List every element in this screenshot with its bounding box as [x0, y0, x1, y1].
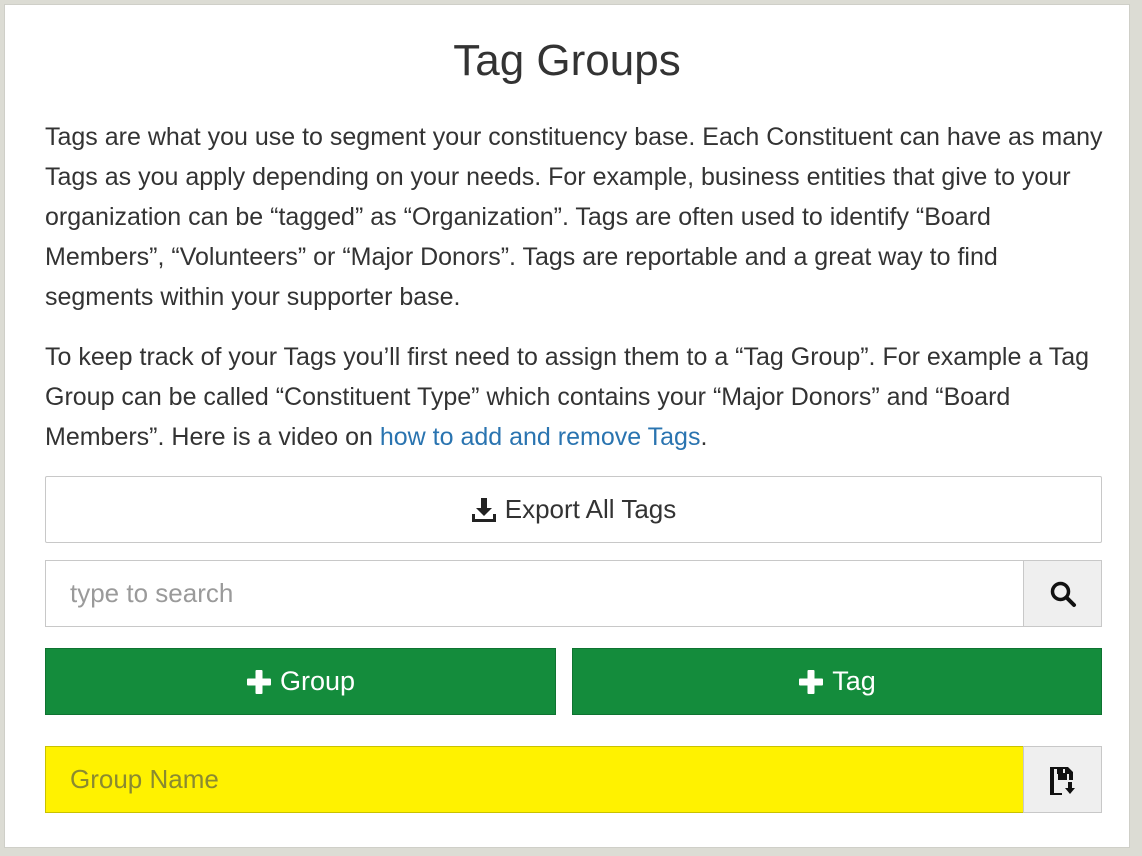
download-icon: [471, 497, 496, 522]
plus-icon: [799, 669, 824, 694]
intro-paragraph-2: To keep track of your Tags you’ll first …: [45, 337, 1105, 457]
search-group: [45, 560, 1102, 627]
save-icon: [1049, 766, 1075, 795]
plus-icon: [246, 669, 271, 694]
save-group-button[interactable]: [1023, 746, 1102, 813]
add-group-button[interactable]: Group: [45, 648, 556, 715]
tag-groups-panel: Tag Groups Tags are what you use to segm…: [4, 4, 1130, 848]
export-all-tags-button[interactable]: Export All Tags: [45, 476, 1102, 543]
group-name-form: [45, 746, 1102, 813]
add-group-label: Group: [279, 666, 356, 696]
intro-paragraph-2-end: .: [700, 423, 708, 451]
add-tag-label: Tag: [832, 666, 876, 696]
search-icon: [1050, 581, 1076, 607]
search-button[interactable]: [1023, 560, 1102, 627]
intro-paragraph-1: Tags are what you use to segment your co…: [45, 123, 1103, 311]
group-name-input[interactable]: [45, 746, 1023, 813]
page-title: Tag Groups: [453, 36, 681, 85]
export-all-tags-label: Export All Tags: [504, 494, 677, 524]
how-to-tags-link[interactable]: how to add and remove Tags: [380, 423, 701, 451]
search-input[interactable]: [45, 560, 1023, 627]
add-tag-button[interactable]: Tag: [572, 648, 1102, 715]
